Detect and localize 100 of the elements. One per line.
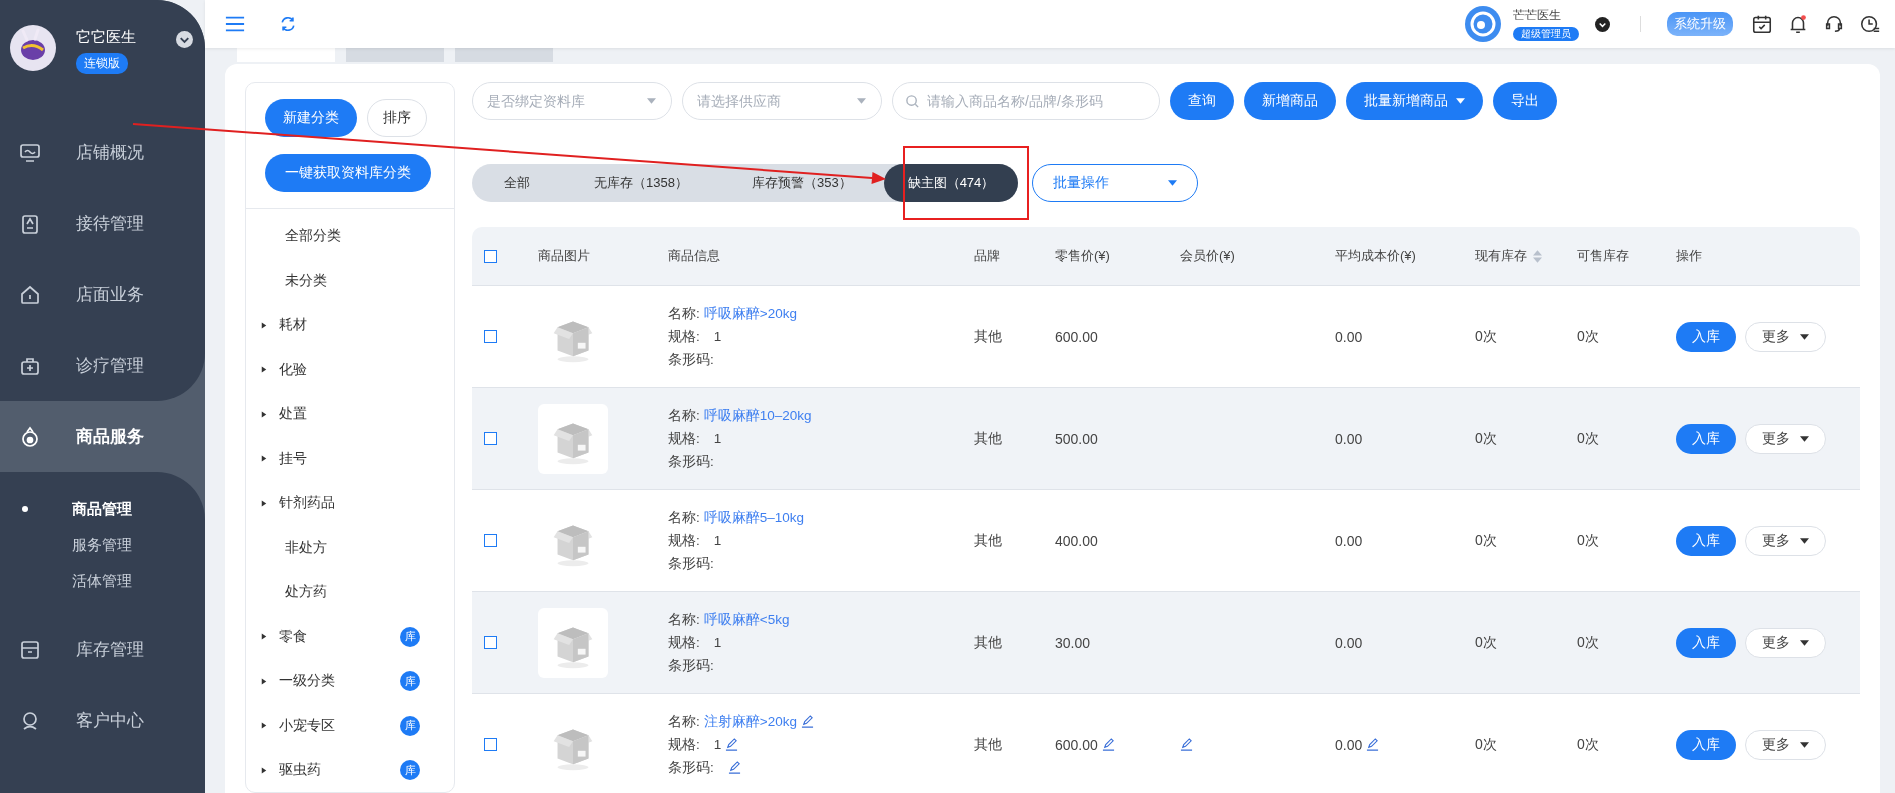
library-badge: 库 [400, 760, 420, 781]
status-tab[interactable]: 库存预警（353） [719, 164, 884, 202]
library-badge: 库 [400, 715, 420, 736]
table-cell: 0次 [1475, 429, 1497, 448]
status-tab[interactable]: 全部 [472, 164, 562, 202]
row-checkbox[interactable] [484, 432, 497, 445]
submenu-item[interactable]: 商品管理 [0, 491, 205, 527]
library-select[interactable]: 是否绑定资料库 [472, 82, 672, 120]
caret-icon[interactable] [261, 676, 267, 686]
caret-icon[interactable] [261, 365, 267, 375]
category-item[interactable]: 针剂药品 [279, 494, 335, 513]
headset-icon[interactable] [1823, 13, 1845, 35]
toolbar-button[interactable]: 新增商品 [1244, 82, 1336, 120]
table-cell: 0次 [1577, 327, 1599, 346]
menu-item[interactable]: 客户中心 [0, 685, 205, 756]
edit-icon[interactable] [1366, 738, 1380, 751]
category-item[interactable]: 处方药 [285, 583, 327, 602]
search-field[interactable]: 请输入商品名称/品牌/条形码 [892, 82, 1160, 120]
stock-in-button[interactable]: 入库 [1676, 321, 1736, 352]
status-tab[interactable]: 缺主图（474） [883, 164, 1019, 202]
caret-icon [1800, 741, 1809, 748]
search-icon [905, 94, 920, 109]
category-item[interactable]: 零食 [279, 627, 307, 646]
spec-label: 规格: [668, 531, 700, 550]
more-button[interactable]: 更多 [1745, 321, 1826, 352]
toolbar-button[interactable]: 批量新增商品 [1346, 82, 1483, 120]
stock-in-button[interactable]: 入库 [1676, 729, 1736, 760]
caret-icon[interactable] [261, 498, 267, 508]
product-name-link[interactable]: 呼吸麻醉10–20kg [703, 406, 812, 425]
toolbar-button[interactable]: 导出 [1493, 82, 1557, 120]
table-cell: 其他 [974, 735, 1002, 754]
category-item[interactable]: 未分类 [285, 271, 327, 290]
barcode-label: 条形码: [668, 758, 714, 777]
dropdown-icon[interactable] [1595, 16, 1610, 32]
edit-icon[interactable] [727, 761, 741, 774]
menu-icon[interactable] [225, 15, 245, 33]
more-button[interactable]: 更多 [1745, 423, 1826, 454]
edit-icon[interactable] [725, 738, 739, 751]
category-item[interactable]: 全部分类 [285, 227, 341, 246]
barcode-label: 条形码: [668, 452, 714, 471]
menu-item[interactable]: 店面业务 [0, 259, 205, 330]
edit-icon[interactable] [800, 715, 814, 728]
category-item[interactable]: 非处方 [285, 538, 327, 557]
category-item[interactable]: 处置 [279, 405, 307, 424]
more-button[interactable]: 更多 [1745, 729, 1826, 760]
edit-icon[interactable] [1180, 738, 1193, 751]
row-checkbox[interactable] [484, 534, 497, 547]
caret-icon[interactable] [261, 632, 267, 642]
status-tab[interactable]: 无库存（1358） [562, 164, 720, 202]
menu-item[interactable]: 库存管理 [0, 614, 205, 685]
clock-icon[interactable] [1859, 13, 1881, 35]
supplier-select[interactable]: 请选择供应商 [682, 82, 882, 120]
submenu-item[interactable]: 服务管理 [0, 527, 205, 563]
toolbar-button[interactable]: 查询 [1170, 82, 1234, 120]
product-name-link[interactable]: 呼吸麻醉5–10kg [703, 508, 805, 527]
category-item[interactable]: 驱虫药 [279, 761, 321, 780]
submenu-item[interactable]: 活体管理 [0, 563, 205, 599]
category-item[interactable]: 挂号 [279, 449, 307, 468]
column-header: 品牌 [974, 247, 1000, 265]
batch-actions-select[interactable]: 批量操作 [1032, 164, 1199, 202]
dropdown-icon[interactable] [176, 31, 193, 48]
more-button[interactable]: 更多 [1745, 627, 1826, 658]
table-cell: 0.00 [1335, 328, 1363, 345]
menu-item[interactable]: 诊疗管理 [0, 330, 205, 401]
stock-in-button[interactable]: 入库 [1676, 627, 1736, 658]
caret-icon[interactable] [261, 409, 267, 419]
spec-label: 规格: [668, 429, 700, 448]
stock-in-button[interactable]: 入库 [1676, 423, 1736, 454]
calendar-icon[interactable] [1751, 13, 1773, 35]
product-name-link[interactable]: 呼吸麻醉>20kg [703, 304, 797, 323]
fetch-categories-button[interactable]: 一键获取资料库分类 [265, 154, 431, 192]
select-all-checkbox[interactable] [484, 249, 497, 263]
more-button[interactable]: 更多 [1745, 525, 1826, 556]
category-item[interactable]: 一级分类 [279, 672, 335, 691]
table-cell: 0.00 [1335, 736, 1363, 753]
column-header: 会员价(¥) [1180, 247, 1235, 265]
table-cell: 500.00 [1055, 430, 1098, 447]
row-checkbox[interactable] [484, 738, 497, 751]
caret-icon[interactable] [261, 454, 267, 464]
category-item[interactable]: 耗材 [279, 316, 307, 335]
caret-icon[interactable] [261, 765, 267, 775]
table-cell: 600.00 [1055, 328, 1098, 345]
stock-in-button[interactable]: 入库 [1676, 525, 1736, 556]
category-item[interactable]: 化验 [279, 360, 307, 379]
menu-item[interactable]: 接待管理 [0, 188, 205, 259]
row-checkbox[interactable] [484, 636, 497, 649]
menu-item[interactable]: 店铺概况 [0, 117, 205, 188]
caret-icon[interactable] [261, 721, 267, 731]
product-name-link[interactable]: 呼吸麻醉<5kg [703, 610, 790, 629]
category-item[interactable]: 小宠专区 [279, 716, 335, 735]
row-checkbox[interactable] [484, 330, 497, 343]
caret-icon [1800, 537, 1809, 544]
edit-icon[interactable] [1101, 738, 1115, 751]
new-category-button[interactable]: 新建分类 [265, 99, 357, 137]
product-name-link[interactable]: 注射麻醉>20kg [703, 712, 797, 731]
table-cell: 0次 [1475, 327, 1497, 346]
name-label: 名称: [668, 610, 700, 629]
menu-item[interactable]: 商品服务 [0, 401, 200, 472]
caret-icon[interactable] [261, 320, 267, 330]
sort-button[interactable]: 排序 [367, 99, 427, 137]
